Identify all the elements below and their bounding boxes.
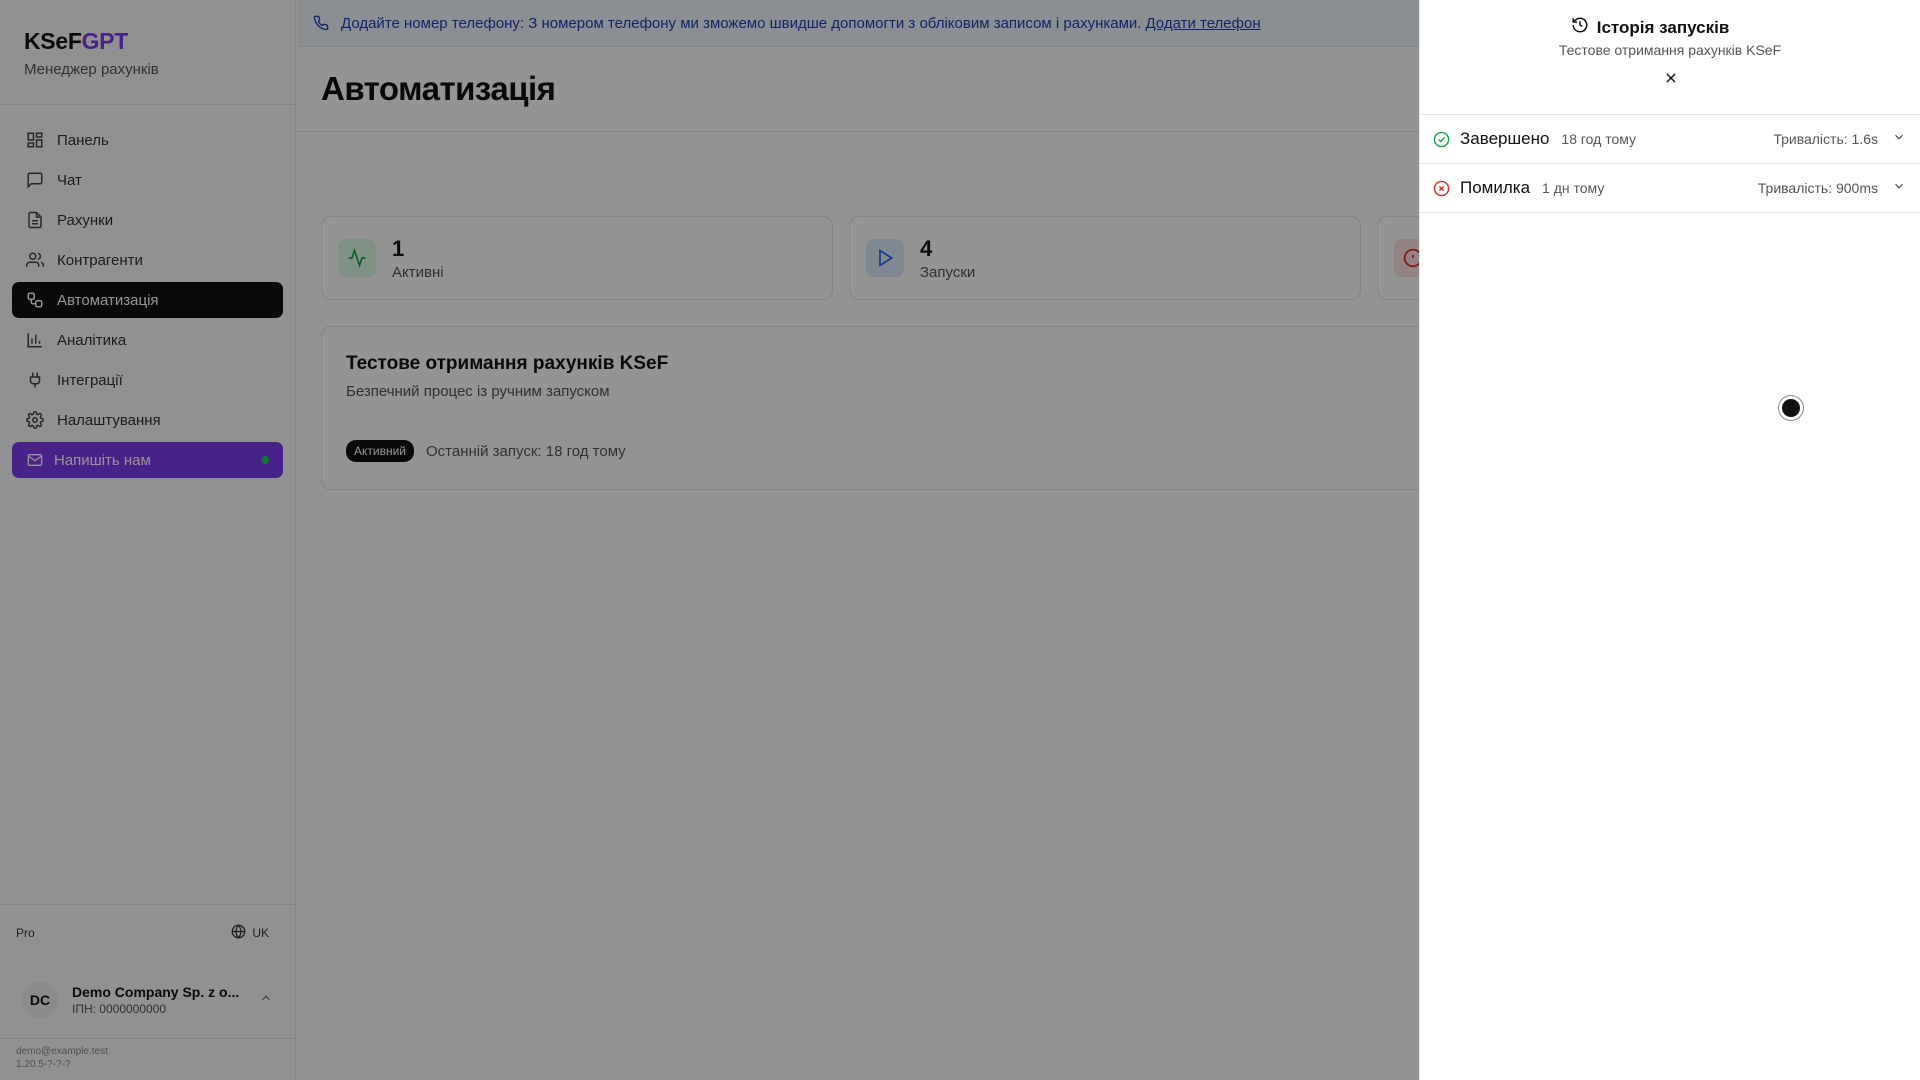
run-duration: Тривалість: 900ms (1757, 180, 1878, 196)
drawer-header: Історія запусків Тестове отримання рахун… (1420, 0, 1920, 115)
close-button[interactable] (1661, 70, 1681, 90)
run-status: Завершено (1460, 129, 1550, 148)
mouse-cursor (1779, 396, 1803, 420)
close-icon (1664, 71, 1678, 90)
run-item-error[interactable]: Помилка 1 дн тому Тривалість: 900ms (1420, 164, 1920, 213)
run-history-drawer: Історія запусків Тестове отримання рахун… (1419, 0, 1920, 1080)
run-time: 1 дн тому (1542, 180, 1605, 196)
run-item-success[interactable]: Завершено 18 год тому Тривалість: 1.6s (1420, 115, 1920, 164)
x-circle-icon (1432, 179, 1450, 197)
drawer-title-text: Історія запусків (1596, 17, 1730, 37)
run-duration: Тривалість: 1.6s (1773, 131, 1878, 147)
chevron-down-icon (1892, 179, 1906, 198)
run-time: 18 год тому (1561, 131, 1637, 147)
check-circle-icon (1432, 130, 1450, 148)
run-status: Помилка (1460, 178, 1531, 197)
chevron-down-icon (1892, 130, 1906, 149)
drawer-title: Історія запусків (1380, 16, 1920, 39)
drawer-subtitle: Тестове отримання рахунків KSeF (1558, 42, 1782, 58)
history-icon (1571, 16, 1589, 39)
